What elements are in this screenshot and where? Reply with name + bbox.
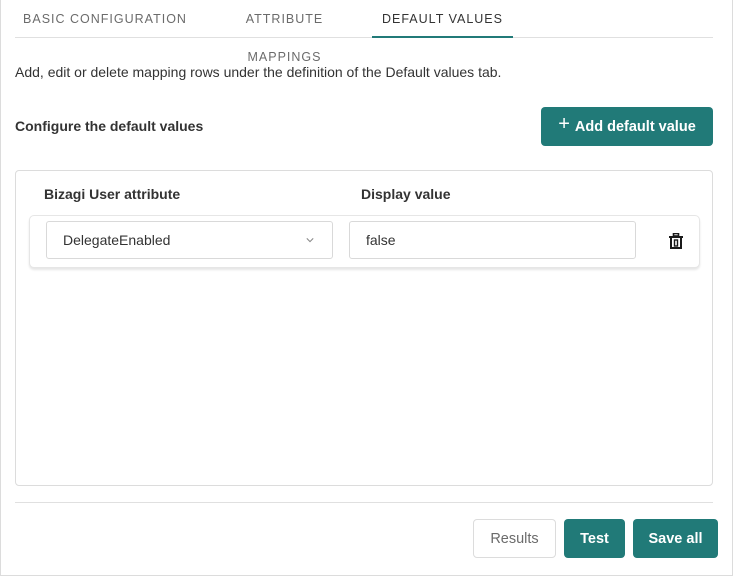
results-button[interactable]: Results <box>473 519 556 558</box>
tab-bar: BASIC CONFIGURATION ATTRIBUTE MAPPINGS D… <box>15 0 713 64</box>
default-values-panel: BASIC CONFIGURATION ATTRIBUTE MAPPINGS D… <box>0 0 733 576</box>
add-default-value-button[interactable]: + Add default value <box>541 107 713 146</box>
tab-basic-configuration[interactable]: BASIC CONFIGURATION <box>15 0 195 38</box>
plus-icon: + <box>558 112 570 135</box>
add-default-value-label: Add default value <box>574 118 696 135</box>
footer-divider <box>15 502 713 503</box>
tab-default-values[interactable]: DEFAULT VALUES <box>372 0 513 38</box>
attribute-select-value: DelegateEnabled <box>63 232 171 248</box>
default-values-table: Bizagi User attribute Display value Dele… <box>15 170 713 486</box>
tab-attribute-mappings[interactable]: ATTRIBUTE MAPPINGS <box>212 0 357 64</box>
display-value-text: false <box>366 232 396 248</box>
chevron-down-icon <box>306 238 314 243</box>
table-row: DelegateEnabled false <box>29 215 700 268</box>
description-text: Add, edit or delete mapping rows under t… <box>15 64 502 80</box>
save-all-button[interactable]: Save all <box>633 519 718 558</box>
display-value-input[interactable]: false <box>349 221 636 259</box>
attribute-select[interactable]: DelegateEnabled <box>46 221 333 259</box>
test-button[interactable]: Test <box>564 519 625 558</box>
section-title: Configure the default values <box>15 118 204 134</box>
column-header-attribute: Bizagi User attribute <box>44 186 181 202</box>
column-header-display-value: Display value <box>361 186 451 202</box>
trash-icon[interactable] <box>669 233 683 249</box>
